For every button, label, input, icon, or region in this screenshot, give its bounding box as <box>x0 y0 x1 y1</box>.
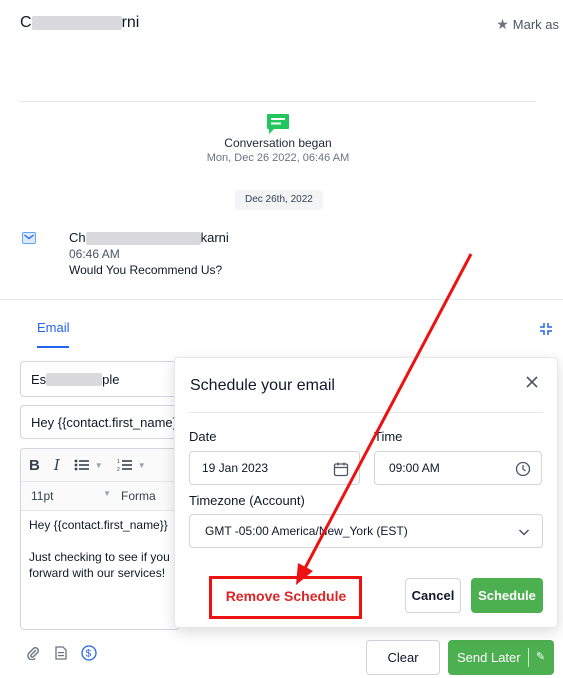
cancel-button[interactable]: Cancel <box>405 578 461 613</box>
timezone-value: GMT -05:00 America/New_York (EST) <box>205 524 408 538</box>
time-label: Time <box>374 429 403 444</box>
bullet-list-button[interactable]: ▼ <box>74 458 103 472</box>
redacted-text <box>31 15 122 30</box>
editor-blank-line <box>29 533 171 549</box>
pencil-icon[interactable]: ✎ <box>536 650 545 663</box>
compose-attachments: $ <box>25 645 97 661</box>
modal-title: Schedule your email <box>190 377 335 394</box>
divider <box>528 648 529 667</box>
bullet-list-icon <box>74 459 89 471</box>
from-prefix: Es <box>31 371 47 387</box>
email-editor[interactable]: B I ▼ 1 2 ▼ 11pt ▼ Forma Hey {{contact.f… <box>20 448 180 630</box>
from-suffix: ple <box>102 371 120 387</box>
conversation-header: Crni ★ Mark as <box>0 0 563 48</box>
font-size-value: 11pt <box>31 489 54 503</box>
dollar-icon[interactable]: $ <box>81 645 97 661</box>
contact-name-prefix: C <box>20 14 32 31</box>
chat-bubble-icon <box>267 114 289 134</box>
subject-field[interactable]: Hey {{contact.first_name} <box>20 405 180 439</box>
timezone-select[interactable]: GMT -05:00 America/New_York (EST) <box>189 514 543 548</box>
conversation-began-label: Conversation began <box>224 136 332 150</box>
calendar-icon <box>333 462 349 477</box>
clock-icon <box>515 461 531 477</box>
date-chip: Dec 26th, 2022 <box>235 190 323 210</box>
schedule-email-modal: Schedule your email Date Time 19 Jan 202… <box>174 357 558 628</box>
editor-body[interactable]: Hey {{contact.first_name}} Just checking… <box>21 511 179 587</box>
remove-schedule-button[interactable]: Remove Schedule <box>211 576 361 616</box>
star-icon: ★ <box>496 16 509 32</box>
date-input[interactable]: 19 Jan 2023 <box>189 451 360 485</box>
time-input[interactable]: 09:00 AM <box>374 451 542 485</box>
tab-email[interactable]: Email <box>37 320 70 335</box>
editor-toolbar: B I ▼ 1 2 ▼ <box>21 449 179 482</box>
date-value: 19 Jan 2023 <box>202 461 269 475</box>
contact-name-suffix: rni <box>121 14 140 31</box>
chevron-down-icon: ▼ <box>137 460 146 470</box>
tab-active-indicator <box>37 346 69 348</box>
italic-button[interactable]: I <box>54 456 60 474</box>
schedule-button[interactable]: Schedule <box>471 578 543 613</box>
chevron-down-icon: ▼ <box>94 460 103 470</box>
editor-line: forward with our services! <box>29 566 166 580</box>
editor-line: Just checking to see if you <box>29 550 170 564</box>
time-value: 09:00 AM <box>389 461 440 475</box>
bold-button[interactable]: B <box>29 457 40 474</box>
email-icon <box>22 232 36 244</box>
close-icon[interactable] <box>525 375 539 389</box>
send-later-button[interactable]: Send Later ✎ <box>448 640 554 675</box>
font-size-select[interactable]: 11pt ▼ <box>31 489 121 503</box>
numbered-list-icon: 1 2 <box>117 459 132 472</box>
collapse-icon[interactable] <box>539 322 553 336</box>
svg-text:1: 1 <box>117 459 120 465</box>
divider <box>189 412 543 413</box>
message-time: 06:46 AM <box>69 247 120 261</box>
divider <box>0 299 563 300</box>
clear-button[interactable]: Clear <box>366 640 440 675</box>
redacted-text <box>85 232 201 246</box>
conversation-began-time: Mon, Dec 26 2022, 06:46 AM <box>206 152 350 164</box>
svg-text:2: 2 <box>117 467 120 472</box>
document-icon[interactable] <box>53 645 69 661</box>
redacted-text <box>46 372 103 386</box>
send-later-label: Send Later <box>457 650 521 665</box>
format-select[interactable]: Forma <box>121 489 156 503</box>
svg-text:$: $ <box>86 649 92 660</box>
timezone-label: Timezone (Account) <box>189 493 305 508</box>
editor-line: Hey {{contact.first_name}} <box>29 518 168 532</box>
contact-name: Crni <box>20 14 139 32</box>
message-sender: Ch karni <box>69 230 229 246</box>
editor-toolbar-secondary: 11pt ▼ Forma <box>21 482 179 511</box>
chevron-down-icon: ▼ <box>103 489 111 498</box>
from-field[interactable]: Es ple <box>20 361 180 397</box>
mark-as-label: Mark as <box>512 17 559 32</box>
message-text: Would You Recommend Us? <box>69 263 223 277</box>
date-label: Date <box>189 429 217 444</box>
chevron-down-icon <box>518 529 530 536</box>
divider <box>20 101 536 102</box>
message-sender-prefix: Ch <box>69 230 86 245</box>
mark-as-button[interactable]: ★ Mark as <box>496 16 559 33</box>
message-sender-suffix: karni <box>200 230 229 245</box>
paperclip-icon[interactable] <box>25 645 41 661</box>
numbered-list-button[interactable]: 1 2 ▼ <box>117 458 146 472</box>
